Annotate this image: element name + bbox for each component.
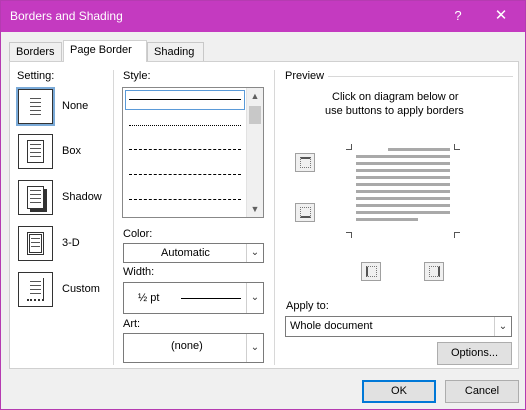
tab-shading[interactable]: Shading — [147, 42, 204, 61]
setting-box-icon — [18, 134, 53, 169]
setting-none-label: None — [62, 100, 89, 112]
style-option-dashed[interactable] — [129, 174, 241, 175]
apply-to-value: Whole document — [290, 320, 373, 332]
tab-borders[interactable]: Borders — [9, 42, 62, 61]
divider — [274, 70, 275, 365]
preview-header: Preview — [285, 70, 325, 82]
setting-header: Setting: — [17, 70, 55, 82]
style-scrollbar[interactable]: ▲ ▼ — [246, 88, 263, 217]
dialog-title: Borders and Shading — [10, 9, 123, 23]
width-line-sample — [181, 298, 241, 299]
page-border-panel: Setting: None Box Shadow 3-D Custom Styl… — [9, 61, 519, 369]
width-value: ½ pt — [138, 292, 160, 304]
art-label: Art: — [123, 318, 141, 330]
chevron-down-icon[interactable]: ⌄ — [246, 244, 263, 262]
setting-box[interactable]: Box — [18, 134, 108, 172]
divider — [113, 70, 114, 365]
preview-rule — [328, 76, 513, 77]
setting-3d[interactable]: 3-D — [18, 226, 108, 264]
setting-3d-icon — [18, 226, 53, 261]
apply-to-label: Apply to: — [286, 300, 329, 312]
cancel-button[interactable]: Cancel — [445, 380, 519, 403]
setting-shadow-label: Shadow — [62, 191, 102, 203]
preview-instructions-2: use buttons to apply borders — [325, 105, 464, 117]
style-option-solid[interactable] — [129, 99, 241, 100]
preview-instructions-1: Click on diagram below or — [332, 91, 459, 103]
bottom-border-button[interactable] — [295, 203, 315, 222]
chevron-down-icon[interactable]: ⌄ — [494, 317, 511, 336]
borders-and-shading-dialog: Borders and Shading ? ✕ Borders Page Bor… — [0, 0, 526, 410]
color-dropdown[interactable]: Automatic ⌄ — [123, 243, 264, 263]
style-header: Style: — [123, 70, 151, 82]
setting-shadow-icon — [18, 180, 53, 215]
style-option-dotted[interactable] — [129, 125, 241, 126]
options-button[interactable]: Options... — [437, 342, 512, 365]
chevron-down-icon[interactable]: ⌄ — [246, 283, 263, 313]
right-border-button[interactable] — [424, 262, 444, 281]
setting-none[interactable]: None — [16, 87, 108, 127]
setting-shadow[interactable]: Shadow — [18, 180, 108, 218]
style-listbox[interactable]: ▲ ▼ — [122, 87, 264, 218]
title-bar: Borders and Shading ? ✕ — [1, 1, 525, 32]
color-value: Automatic — [161, 247, 210, 259]
help-button[interactable]: ? — [444, 5, 472, 27]
style-option-dashed-small[interactable] — [129, 149, 241, 150]
art-value: (none) — [171, 340, 203, 352]
setting-custom-label: Custom — [62, 283, 100, 295]
tab-page-border[interactable]: Page Border — [63, 40, 147, 62]
scroll-up-icon[interactable]: ▲ — [247, 91, 263, 101]
setting-custom[interactable]: Custom — [18, 272, 108, 310]
setting-box-label: Box — [62, 145, 81, 157]
style-option-dash-dot[interactable] — [129, 199, 241, 200]
scroll-thumb[interactable] — [249, 106, 261, 124]
width-label: Width: — [123, 266, 155, 278]
apply-to-dropdown[interactable]: Whole document ⌄ — [285, 316, 512, 337]
chevron-down-icon[interactable]: ⌄ — [246, 334, 263, 362]
style-option-selected[interactable] — [125, 90, 245, 110]
top-border-button[interactable] — [295, 153, 315, 172]
left-border-button[interactable] — [361, 262, 381, 281]
width-dropdown[interactable]: ½ pt ⌄ — [123, 282, 264, 314]
preview-diagram[interactable] — [346, 138, 460, 238]
ok-button[interactable]: OK — [362, 380, 436, 403]
setting-3d-label: 3-D — [62, 237, 80, 249]
setting-custom-icon — [18, 272, 53, 307]
art-dropdown[interactable]: (none) ⌄ — [123, 333, 264, 363]
setting-none-icon — [16, 87, 55, 126]
scroll-down-icon[interactable]: ▼ — [247, 204, 263, 214]
color-label: Color: — [123, 228, 153, 240]
close-button[interactable]: ✕ — [487, 5, 515, 27]
